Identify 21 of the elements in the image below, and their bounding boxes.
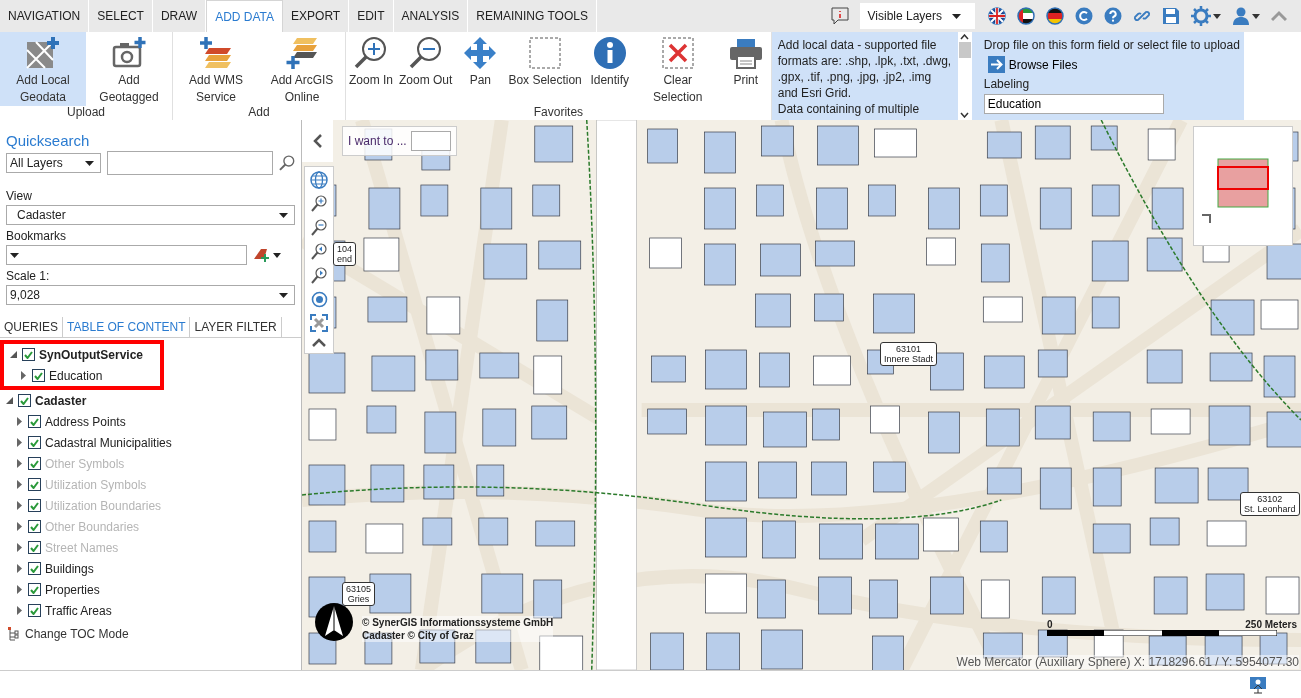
quicksearch-title: Quicksearch <box>5 131 91 151</box>
district-label: 63105 Gries <box>342 582 376 606</box>
coordinates-readout: Web Mercator (Auxiliary Sphere) X: 1718296.61 / Y: 5954077.30 <box>956 655 1299 669</box>
supported-formats-text: Add local data - supported file formats are: .shp, .lpk, .txt, .dwg, .gpx, .tif, .png, .jpg, .jp2, .img and Esri Grid. <box>777 37 953 101</box>
labeling-label: Labeling <box>983 77 1031 92</box>
scale-end-label: 250 Meters <box>1245 619 1297 630</box>
supported-formats-text: Data containing of multiple <box>777 101 921 117</box>
district-label: 63102 St. Leonhard <box>1240 492 1300 516</box>
group-label: Favorites <box>532 106 585 120</box>
group-label: Add <box>247 106 271 120</box>
district-label: 63101 Innere Stadt <box>880 342 938 366</box>
view-label: View <box>5 188 33 205</box>
i-want-to-label: I want to ... <box>348 134 407 148</box>
scale-label: Scale 1: <box>5 268 51 285</box>
drop-hint: Drop file on this form field or select file to upload <box>983 38 1240 52</box>
copyright-text: Cadaster © City of Graz <box>362 629 554 642</box>
group-label: Upload <box>66 106 106 120</box>
bookmarks-label: Bookmarks <box>5 228 68 245</box>
scale-start-label: 0 <box>1047 619 1053 630</box>
district-label: 104 end <box>333 242 357 266</box>
copyright-text: © SynerGIS Informationssysteme GmbH <box>362 616 554 629</box>
